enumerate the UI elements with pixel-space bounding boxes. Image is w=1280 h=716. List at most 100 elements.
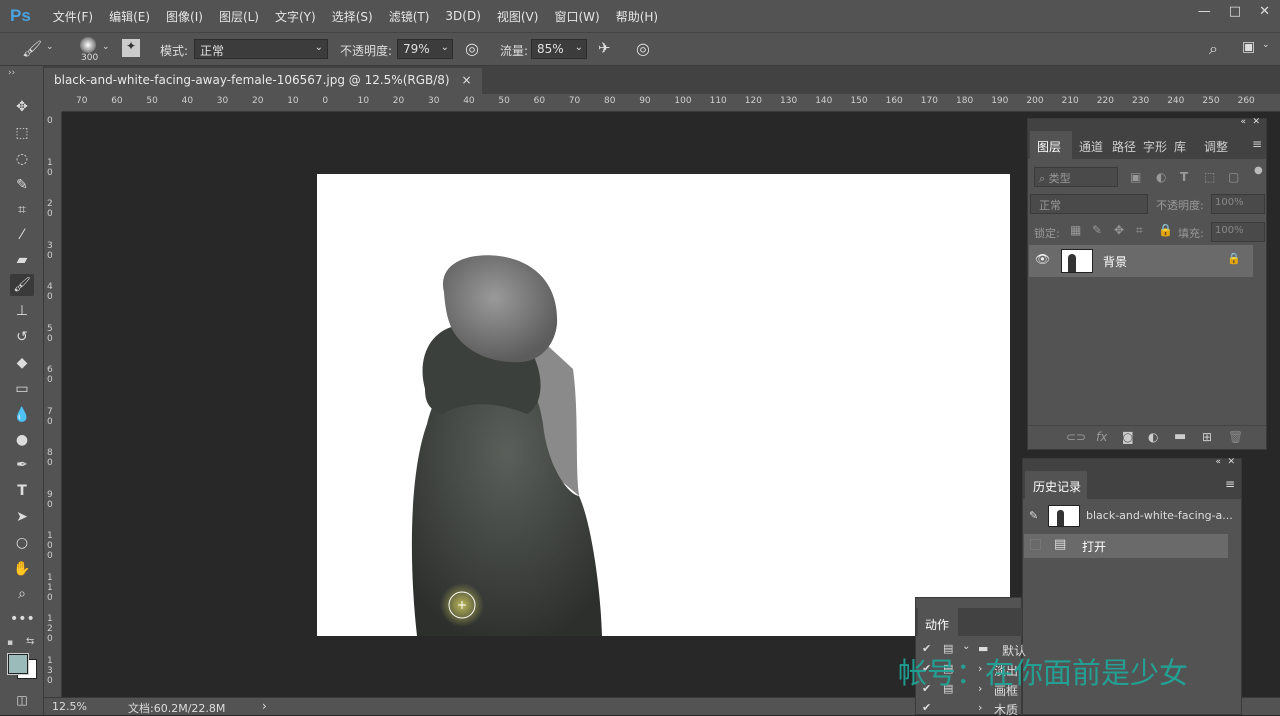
history-step-row[interactable]: ▤ 打开 — [1024, 534, 1228, 558]
gradient-icon[interactable]: ▭ — [10, 378, 34, 400]
swap-colors-icon[interactable]: ⇆ — [26, 636, 34, 647]
filter-smart-icon[interactable]: ▢ — [1228, 170, 1239, 184]
menu-view[interactable]: 视图(V) — [497, 8, 539, 25]
link-layers-icon[interactable]: ⊂⊃ — [1066, 430, 1086, 444]
path-select-icon[interactable]: ➤ — [10, 506, 34, 528]
collapse-icon[interactable]: « — [1240, 117, 1246, 127]
menu-file[interactable]: 文件(F) — [53, 8, 93, 25]
menu-help[interactable]: 帮助(H) — [616, 8, 658, 25]
menu-image[interactable]: 图像(I) — [166, 8, 203, 25]
workspace-icon[interactable]: ▣ — [1242, 39, 1255, 55]
move-tool-icon[interactable]: ✥ — [10, 96, 34, 118]
history-snapshot-row[interactable]: ✎ black-and-white-facing-a... — [1024, 503, 1240, 531]
blur-tool-icon[interactable]: 💧 — [10, 404, 34, 426]
type-tool-icon[interactable]: T — [10, 480, 34, 502]
more-tools-icon[interactable]: ••• — [10, 608, 35, 630]
lock-artboard-icon[interactable]: ⌗ — [1136, 223, 1143, 238]
chevron-down-icon[interactable]: ⌄ — [1262, 40, 1270, 50]
brush-tool-icon[interactable]: 🖌 — [22, 39, 42, 58]
eraser-icon[interactable]: ◆ — [10, 352, 34, 374]
pen-tool-icon[interactable]: ✒ — [10, 454, 34, 476]
eyedropper-icon[interactable]: ⁄ — [10, 224, 34, 246]
menu-3d[interactable]: 3D(D) — [445, 9, 480, 23]
menu-type[interactable]: 文字(Y) — [275, 8, 316, 25]
airbrush-icon[interactable]: ✈ — [598, 39, 611, 57]
panel-menu-icon[interactable]: ≡ — [1225, 477, 1235, 491]
filter-toggle-icon[interactable]: ● — [1254, 165, 1263, 176]
opacity-input[interactable]: 79% ⌄ — [397, 39, 453, 59]
tab-glyphs[interactable]: 字形 — [1143, 138, 1167, 155]
document-canvas[interactable] — [317, 174, 1010, 636]
mode-select[interactable]: 正常 ⌄ — [194, 39, 328, 59]
history-brush-icon[interactable]: ✎ — [1029, 509, 1038, 522]
menu-layer[interactable]: 图层(L) — [219, 8, 259, 25]
collapse-icon[interactable]: « — [1215, 457, 1221, 467]
filter-shape-icon[interactable]: ⬚ — [1204, 170, 1215, 184]
layer-name[interactable]: 背景 — [1103, 253, 1127, 270]
hand-tool-icon[interactable]: ✋ — [10, 558, 34, 580]
tab-adjustments[interactable]: 调整 — [1204, 138, 1228, 155]
menu-filter[interactable]: 滤镜(T) — [389, 8, 430, 25]
close-icon[interactable]: ✕ — [1259, 4, 1270, 19]
tab-layers[interactable]: 图层 — [1037, 138, 1061, 155]
filter-pixel-icon[interactable]: ▣ — [1130, 170, 1141, 184]
tab-channels[interactable]: 通道 — [1079, 138, 1103, 155]
actions-title[interactable]: 动作 — [925, 616, 949, 633]
fx-icon[interactable]: fx — [1096, 430, 1107, 444]
history-checkbox[interactable] — [1030, 539, 1041, 550]
crop-tool-icon[interactable]: ⌗ — [10, 199, 34, 221]
flow-input[interactable]: 85% ⌄ — [531, 39, 587, 59]
new-layer-icon[interactable]: ⊞ — [1202, 430, 1212, 444]
ellipse-tool-icon[interactable]: ○ — [10, 532, 34, 554]
search-icon[interactable]: ⌕ — [1209, 39, 1218, 59]
lasso-tool-icon[interactable]: ◌ — [10, 148, 34, 170]
healing-brush-icon[interactable]: ▰ — [10, 249, 34, 271]
lock-position-icon[interactable]: ✥ — [1114, 223, 1124, 237]
panel-menu-icon[interactable]: ≡ — [1252, 137, 1262, 151]
quick-select-icon[interactable]: ✎ — [10, 174, 34, 196]
tab-paths[interactable]: 路径 — [1112, 138, 1136, 155]
add-mask-icon[interactable]: ◙ — [1122, 430, 1134, 444]
close-icon[interactable]: ✕ — [1227, 457, 1235, 467]
status-menu-arrow[interactable]: › — [262, 699, 267, 713]
default-colors-icon[interactable]: ▪ — [7, 638, 13, 648]
history-title[interactable]: 历史记录 — [1033, 478, 1081, 495]
chevron-down-icon[interactable]: ⌄ — [102, 42, 110, 52]
layer-row[interactable]: 👁 背景 🔒 — [1029, 245, 1253, 277]
check-icon[interactable]: ✔ — [922, 701, 931, 714]
filter-adjust-icon[interactable]: ◐ — [1156, 170, 1166, 184]
zoom-level[interactable]: 12.5% — [52, 700, 87, 713]
chevron-down-icon[interactable]: ⌄ — [46, 42, 54, 52]
foreground-color-swatch[interactable] — [8, 654, 28, 674]
filter-type-icon[interactable]: T — [1180, 170, 1188, 184]
maximize-icon[interactable]: □ — [1229, 4, 1241, 19]
layer-opacity-input[interactable]: 100% — [1211, 194, 1265, 214]
expand-icon[interactable]: ›› — [8, 68, 15, 78]
document-tab[interactable]: black-and-white-facing-away-female-10656… — [44, 68, 482, 94]
visibility-eye-icon[interactable]: 👁 — [1035, 252, 1050, 266]
delete-layer-icon[interactable]: 🗑 — [1228, 430, 1243, 444]
menu-edit[interactable]: 编辑(E) — [109, 8, 150, 25]
chevron-right-icon[interactable]: › — [978, 701, 982, 714]
stamp-tool-icon[interactable]: ⊥ — [10, 300, 34, 322]
menu-select[interactable]: 选择(S) — [332, 8, 373, 25]
lock-image-icon[interactable]: ✎ — [1092, 223, 1102, 237]
brush-tool-icon[interactable]: 🖌 — [10, 274, 34, 296]
brush-panel-icon[interactable]: ✦ — [122, 39, 140, 57]
history-brush-icon[interactable]: ↺ — [10, 326, 34, 348]
dodge-tool-icon[interactable]: ● — [10, 429, 34, 451]
new-group-icon[interactable]: ▬ — [1174, 429, 1186, 444]
pressure-opacity-icon[interactable]: ◎ — [465, 39, 479, 58]
zoom-tool-icon[interactable]: ⌕ — [10, 583, 34, 605]
lock-transparent-icon[interactable]: ▦ — [1070, 223, 1081, 237]
pressure-size-icon[interactable]: ◎ — [636, 39, 650, 58]
action-row[interactable]: ✔ › 木质 — [916, 700, 1022, 716]
marquee-tool-icon[interactable]: ⬚ — [10, 122, 34, 144]
brush-preset-icon[interactable] — [80, 37, 96, 53]
quick-mask-icon[interactable]: ◫ — [10, 689, 34, 711]
lock-all-icon[interactable]: 🔒 — [1158, 223, 1173, 237]
layer-filter-select[interactable]: ⌕ 类型 — [1034, 167, 1118, 187]
adjustment-layer-icon[interactable]: ◐ — [1148, 430, 1158, 444]
fill-input[interactable]: 100% — [1211, 222, 1265, 242]
tab-libraries[interactable]: 库 — [1174, 138, 1186, 155]
